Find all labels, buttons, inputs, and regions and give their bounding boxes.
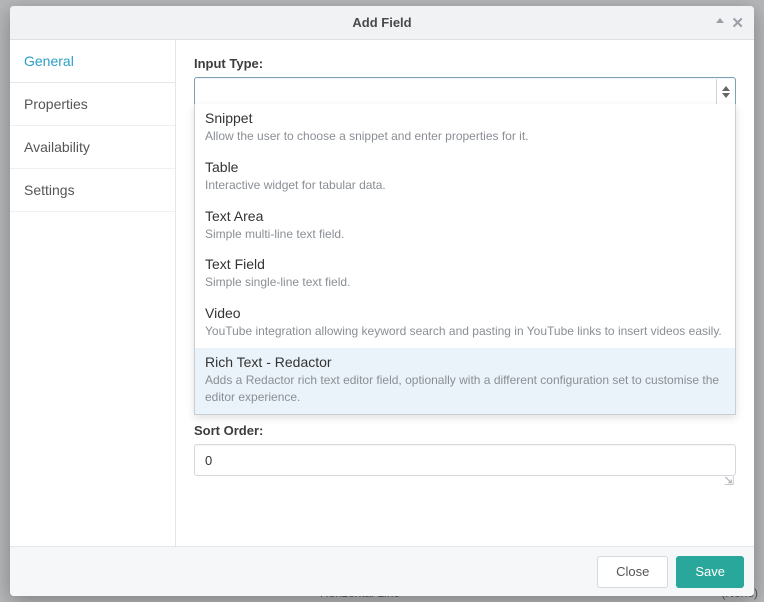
sidebar-item-availability[interactable]: Availability: [10, 126, 175, 169]
input-type-select[interactable]: [194, 77, 736, 107]
save-button[interactable]: Save: [676, 556, 744, 588]
modal-title: Add Field: [352, 15, 411, 30]
option-desc: Simple single-line text field.: [205, 274, 725, 291]
option-text-area[interactable]: Text Area Simple multi-line text field.: [195, 202, 735, 251]
option-table[interactable]: Table Interactive widget for tabular dat…: [195, 153, 735, 202]
modal-footer: Close Save: [10, 546, 754, 596]
modal-body: General Properties Availability Settings…: [10, 40, 754, 546]
option-video[interactable]: Video YouTube integration allowing keywo…: [195, 299, 735, 348]
option-title: Video: [205, 305, 725, 321]
option-snippet[interactable]: Snippet Allow the user to choose a snipp…: [195, 104, 735, 153]
resize-handle-icon: ⇲: [724, 474, 732, 488]
sort-order-label: Sort Order:: [194, 423, 736, 438]
sidebar-item-label: Settings: [24, 182, 75, 198]
close-icon[interactable]: ✕: [731, 14, 744, 32]
sort-order-block: Sort Order:: [194, 423, 736, 476]
option-desc: Adds a Redactor rich text editor field, …: [205, 372, 725, 406]
sidebar-item-settings[interactable]: Settings: [10, 169, 175, 212]
option-title: Text Field: [205, 256, 725, 272]
sidebar-item-general[interactable]: General: [10, 40, 175, 83]
option-rich-text-redactor[interactable]: Rich Text - Redactor Adds a Redactor ric…: [195, 348, 735, 414]
sort-order-input[interactable]: [194, 444, 736, 476]
sidebar-item-properties[interactable]: Properties: [10, 83, 175, 126]
input-type-field[interactable]: [194, 77, 736, 107]
option-title: Text Area: [205, 208, 725, 224]
sidebar-item-label: Properties: [24, 96, 88, 112]
sidebar: General Properties Availability Settings: [10, 40, 176, 546]
sidebar-item-label: Availability: [24, 139, 90, 155]
option-desc: YouTube integration allowing keyword sea…: [205, 323, 725, 340]
option-desc: Simple multi-line text field.: [205, 226, 725, 243]
select-stepper-icon[interactable]: [716, 79, 734, 105]
option-title: Snippet: [205, 110, 725, 126]
option-desc: Allow the user to choose a snippet and e…: [205, 128, 725, 145]
modal-header: Add Field ✕: [10, 6, 754, 40]
add-field-modal: Add Field ✕ General Properties Availabil…: [10, 6, 754, 596]
close-button[interactable]: Close: [597, 556, 668, 588]
option-title: Rich Text - Redactor: [205, 354, 725, 370]
option-desc: Interactive widget for tabular data.: [205, 177, 725, 194]
input-type-dropdown: Snippet Allow the user to choose a snipp…: [194, 104, 736, 415]
input-type-label: Input Type:: [194, 56, 736, 71]
option-title: Table: [205, 159, 725, 175]
sidebar-item-label: General: [24, 53, 74, 69]
option-text-field[interactable]: Text Field Simple single-line text field…: [195, 250, 735, 299]
content-pane: Input Type: Snippet Allow the user to ch…: [176, 40, 754, 546]
collapse-icon[interactable]: [714, 14, 726, 30]
